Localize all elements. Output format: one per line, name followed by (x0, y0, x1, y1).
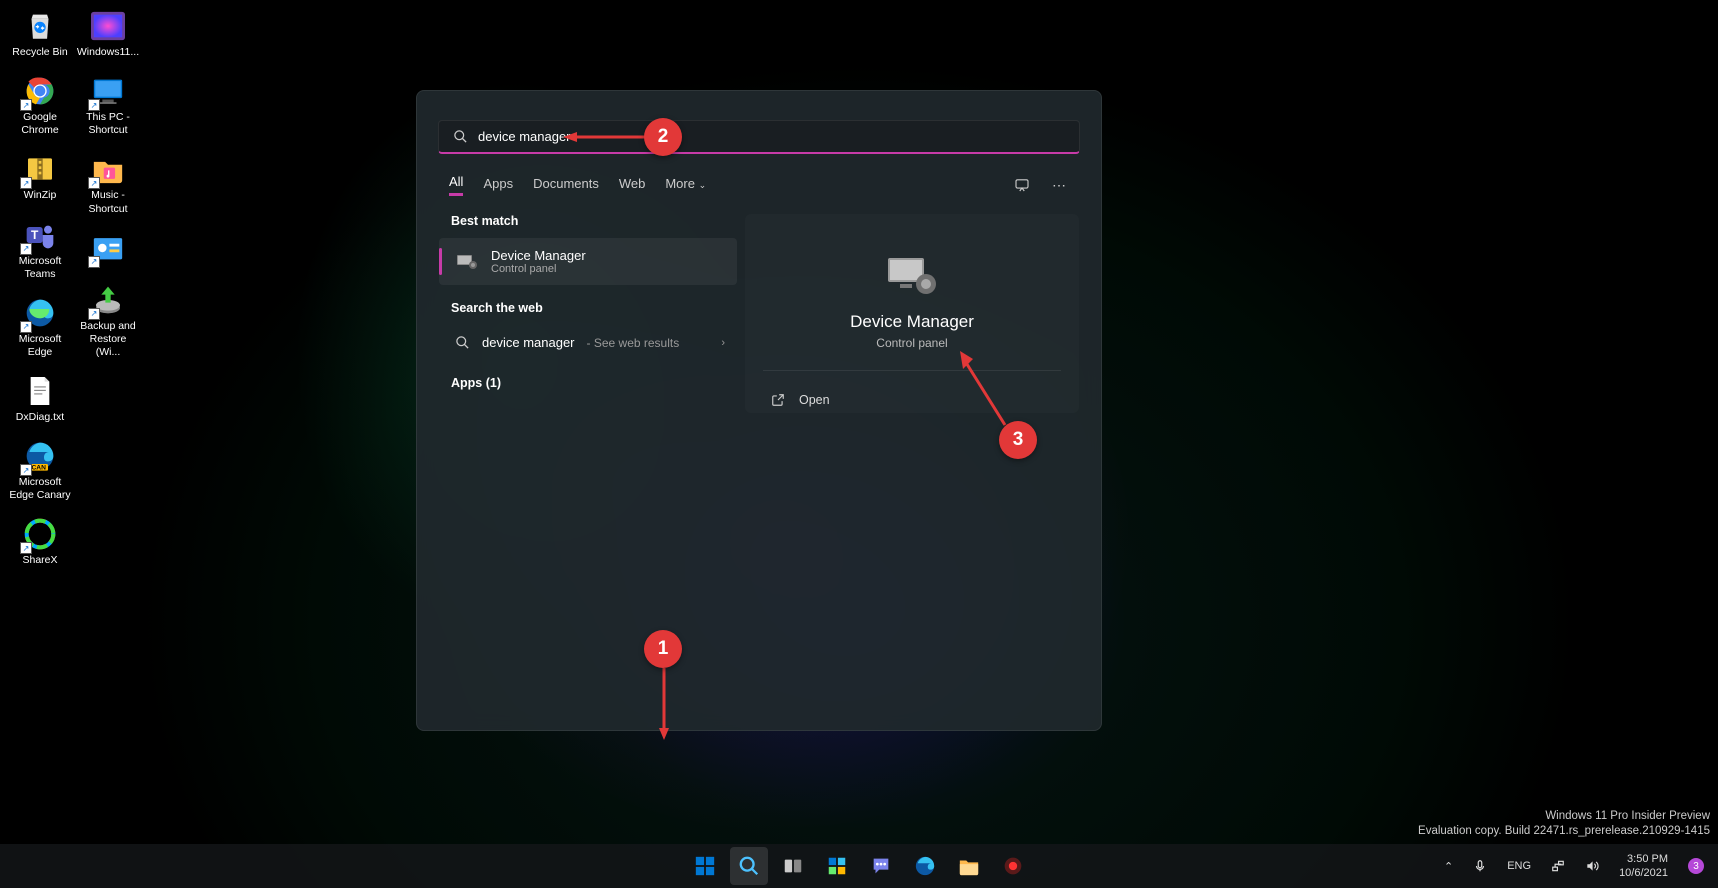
svg-text:CAN: CAN (31, 464, 46, 471)
tray-volume[interactable] (1577, 859, 1607, 873)
annotation-3: 3 (999, 421, 1037, 459)
search-results-left: Best match Device Manager Control panel … (439, 214, 737, 413)
notification-badge: 3 (1688, 858, 1704, 874)
desktop-icon-winzip[interactable]: ↗ WinZip (8, 151, 72, 202)
annotation-arrow-2 (563, 130, 647, 144)
network-icon (1551, 859, 1565, 873)
search-tabs: All Apps Documents Web More ⌄ ⋯ (449, 174, 1069, 196)
chevron-up-icon: ⌃ (1444, 860, 1453, 873)
microphone-icon (1473, 859, 1487, 873)
tray-microphone[interactable] (1465, 859, 1495, 873)
result-title: Device Manager (491, 248, 586, 263)
annotation-2: 2 (644, 118, 682, 156)
windows-watermark: Windows 11 Pro Insider Preview Evaluatio… (1418, 809, 1710, 840)
taskbar: ⌃ ENG 3:50 PM 10/6/2021 3 (0, 844, 1718, 888)
divider (763, 370, 1061, 371)
tray-notifications[interactable]: 3 (1680, 858, 1712, 874)
desktop-icons-col1: Recycle Bin ↗ Google Chrome ↗ WinZip T↗ … (8, 8, 72, 568)
icon-label: DxDiag.txt (16, 411, 64, 424)
tab-all[interactable]: All (449, 174, 463, 196)
icon-label: Google Chrome (8, 111, 72, 137)
taskbar-right: ⌃ ENG 3:50 PM 10/6/2021 3 (1436, 852, 1712, 881)
annotation-arrow-1 (659, 668, 669, 740)
best-match-heading: Best match (451, 214, 725, 228)
device-manager-icon (455, 252, 479, 272)
desktop-icon-microsoft-edge[interactable]: ↗ Microsoft Edge (8, 295, 72, 359)
action-open[interactable]: Open (763, 387, 838, 413)
tray-language[interactable]: ENG (1499, 860, 1539, 872)
svg-text:T: T (31, 228, 39, 242)
file-explorer-button[interactable] (950, 847, 988, 885)
record-button[interactable] (994, 847, 1032, 885)
device-manager-icon (884, 254, 940, 298)
action-label: Open (799, 393, 830, 407)
icon-label: Music - Shortcut (76, 189, 140, 215)
icon-label: This PC - Shortcut (76, 111, 140, 137)
result-web-search[interactable]: device manager - See web results › (439, 325, 737, 360)
desktop-icon-google-chrome[interactable]: ↗ Google Chrome (8, 73, 72, 137)
tray-network[interactable] (1543, 859, 1573, 873)
desktop-icon-backup-restore[interactable]: ↗ Backup and Restore (Wi... (76, 282, 140, 359)
search-box[interactable] (438, 120, 1080, 154)
apps-heading: Apps (1) (451, 376, 725, 390)
web-term: device manager (482, 335, 575, 350)
annotation-1: 1 (644, 630, 682, 668)
taskbar-center (686, 847, 1032, 885)
more-options-icon[interactable]: ⋯ (1051, 176, 1069, 194)
tab-web[interactable]: Web (619, 176, 646, 195)
desktop-icon-music[interactable]: ↗ Music - Shortcut (76, 151, 140, 215)
search-preview-pane: Device Manager Control panel Open (745, 214, 1079, 413)
search-icon (455, 335, 470, 350)
start-button[interactable] (686, 847, 724, 885)
feedback-icon[interactable] (1013, 176, 1031, 194)
tab-documents[interactable]: Documents (533, 176, 599, 195)
result-device-manager[interactable]: Device Manager Control panel (439, 238, 737, 285)
desktop-icon-control-panel[interactable]: ↗ (76, 230, 140, 268)
icon-label: ShareX (22, 554, 57, 567)
result-sub: Control panel (491, 263, 586, 275)
search-button[interactable] (730, 847, 768, 885)
tray-clock[interactable]: 3:50 PM 10/6/2021 (1611, 852, 1676, 881)
icon-label: Windows11... (77, 46, 139, 59)
chevron-right-icon: › (721, 337, 725, 349)
desktop-icon-sharex[interactable]: ↗ ShareX (8, 516, 72, 567)
icon-label: Microsoft Teams (8, 255, 72, 281)
volume-icon (1585, 859, 1599, 873)
annotation-arrow-3 (955, 349, 1007, 427)
open-icon (771, 393, 785, 407)
desktop-icon-microsoft-teams[interactable]: T↗ Microsoft Teams (8, 217, 72, 281)
tray-overflow[interactable]: ⌃ (1436, 860, 1461, 873)
desktop-icon-edge-canary[interactable]: CAN↗ Microsoft Edge Canary (8, 438, 72, 502)
icon-label: WinZip (24, 189, 57, 202)
desktop-icon-this-pc[interactable]: ↗ This PC - Shortcut (76, 73, 140, 137)
icon-label: Microsoft Edge Canary (8, 476, 72, 502)
search-icon (453, 129, 468, 144)
desktop-icon-dxdiag[interactable]: DxDiag.txt (8, 373, 72, 424)
chat-button[interactable] (862, 847, 900, 885)
task-view-button[interactable] (774, 847, 812, 885)
web-heading: Search the web (451, 301, 725, 315)
preview-title: Device Manager (850, 312, 974, 332)
tab-more[interactable]: More ⌄ (665, 176, 706, 195)
icon-label: Microsoft Edge (8, 333, 72, 359)
widgets-button[interactable] (818, 847, 856, 885)
chevron-down-icon: ⌄ (699, 180, 707, 190)
desktop-icon-recycle-bin[interactable]: Recycle Bin (8, 8, 72, 59)
icon-label: Backup and Restore (Wi... (76, 320, 140, 359)
edge-button[interactable] (906, 847, 944, 885)
preview-sub: Control panel (876, 336, 947, 350)
desktop-icons-col2: Windows11... ↗ This PC - Shortcut ↗ Musi… (76, 8, 140, 359)
icon-label: Recycle Bin (12, 46, 67, 59)
desktop-icon-windows11[interactable]: Windows11... (76, 8, 140, 59)
tab-apps[interactable]: Apps (483, 176, 513, 195)
